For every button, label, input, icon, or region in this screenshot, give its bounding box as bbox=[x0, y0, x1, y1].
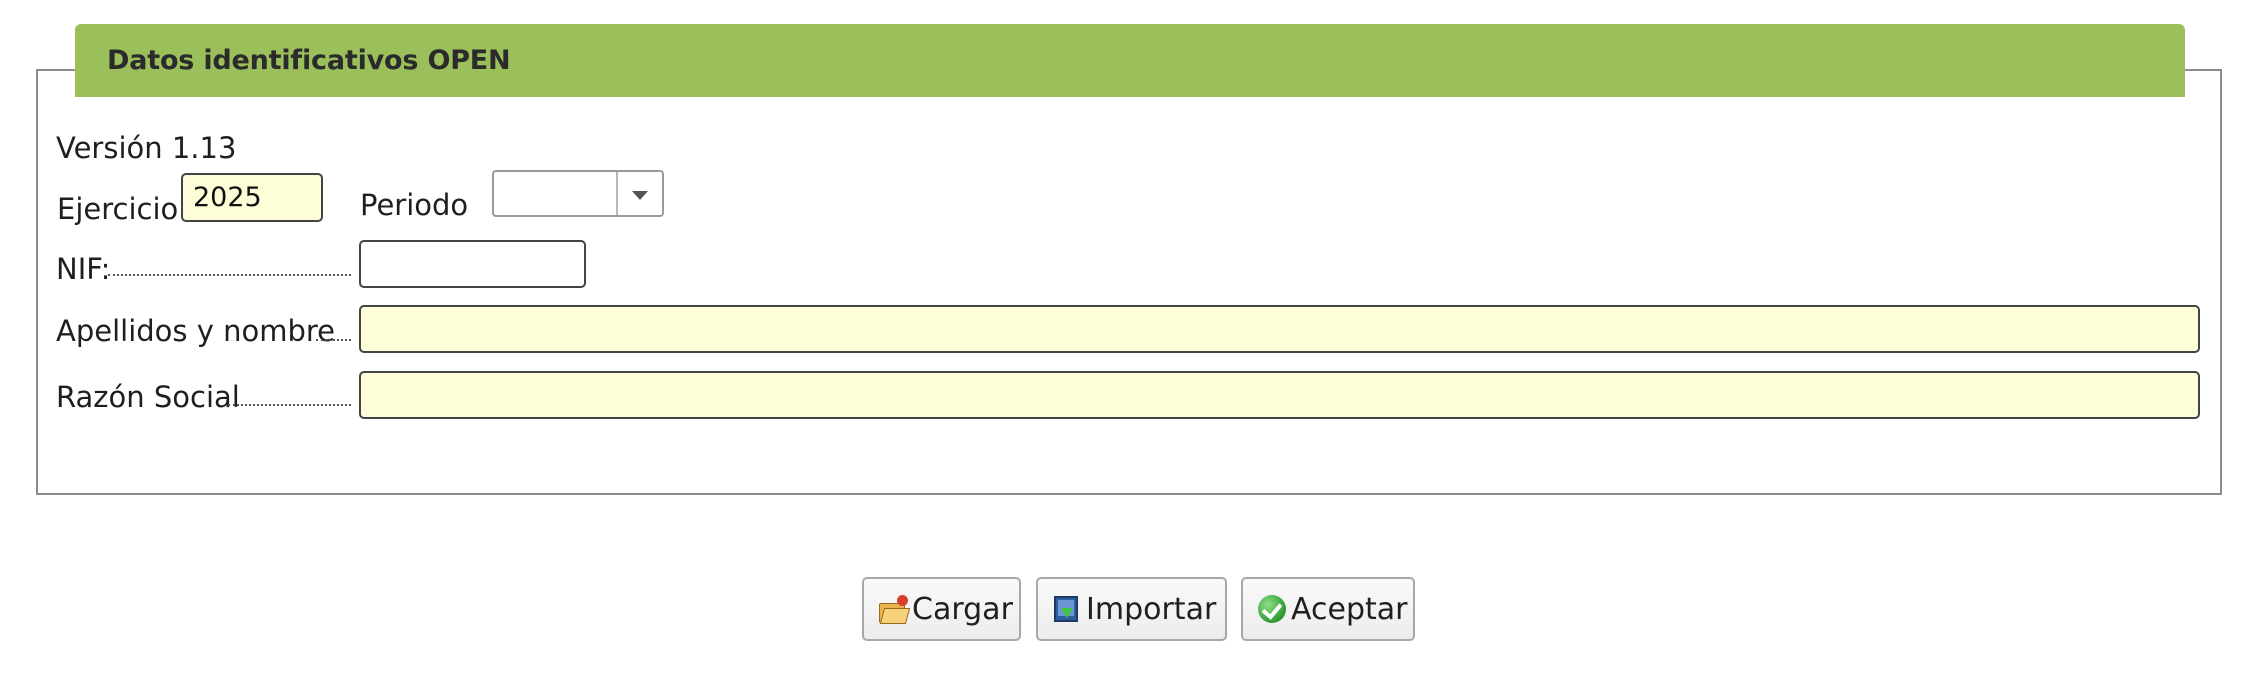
aceptar-label: Aceptar bbox=[1291, 591, 1408, 627]
periodo-select[interactable] bbox=[492, 170, 664, 217]
importar-label: Importar bbox=[1086, 591, 1217, 627]
nif-leader-dots bbox=[108, 274, 351, 276]
nif-input[interactable] bbox=[359, 240, 586, 288]
periodo-select-divider bbox=[616, 172, 618, 215]
razon-social-label: Razón Social bbox=[56, 380, 240, 414]
apellidos-leader-dots bbox=[316, 339, 351, 341]
chevron-down-icon[interactable] bbox=[632, 191, 648, 200]
importar-button[interactable]: Importar bbox=[1036, 577, 1227, 641]
folder-open-icon bbox=[878, 594, 911, 624]
check-icon bbox=[1257, 594, 1287, 624]
aceptar-button[interactable]: Aceptar bbox=[1241, 577, 1415, 641]
razon-social-input[interactable] bbox=[359, 371, 2200, 419]
section-header: Datos identificativos OPEN bbox=[75, 24, 2185, 97]
periodo-label: Periodo bbox=[360, 188, 469, 222]
cargar-label: Cargar bbox=[912, 591, 1013, 627]
apellidos-nombre-input[interactable] bbox=[359, 305, 2200, 353]
version-label: Versión 1.13 bbox=[56, 131, 237, 165]
razon-social-leader-dots bbox=[228, 404, 351, 406]
cargar-button[interactable]: Cargar bbox=[862, 577, 1021, 641]
import-icon bbox=[1052, 594, 1082, 624]
apellidos-label: Apellidos y nombre bbox=[56, 314, 336, 348]
ejercicio-label: Ejercicio bbox=[57, 192, 179, 226]
nif-label: NIF: bbox=[56, 252, 111, 286]
ejercicio-input[interactable]: 2025 bbox=[181, 173, 323, 222]
section-title: Datos identificativos OPEN bbox=[107, 45, 511, 76]
